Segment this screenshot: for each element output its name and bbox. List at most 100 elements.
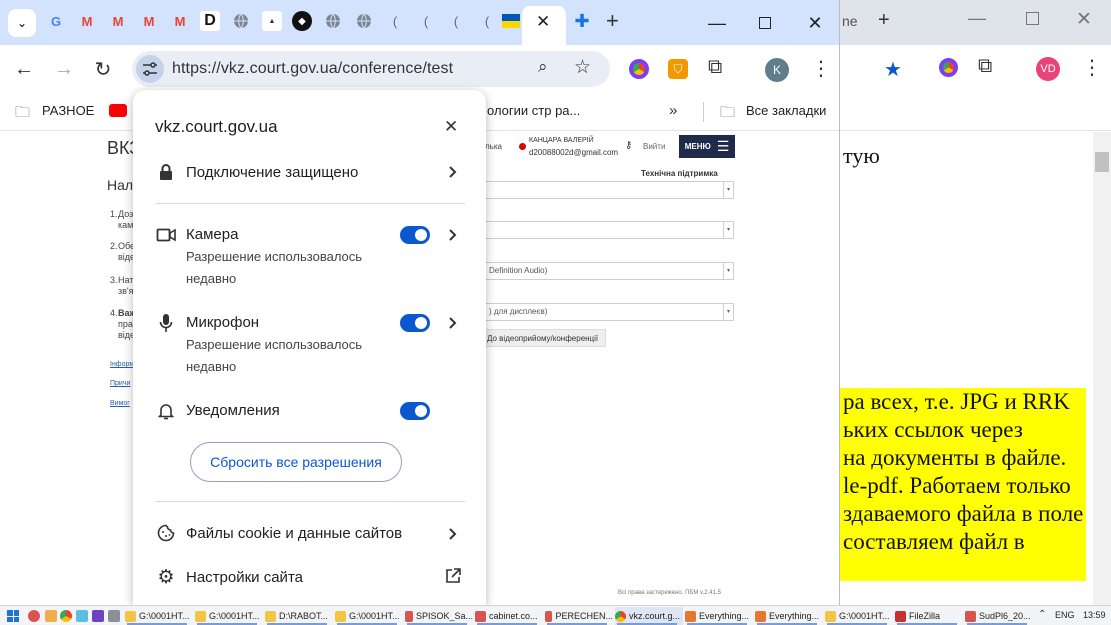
loading-tab-icon[interactable]: ( bbox=[446, 11, 466, 31]
chrome-icon[interactable] bbox=[60, 610, 72, 622]
loading-tab-icon[interactable]: ( bbox=[416, 11, 436, 31]
page-link[interactable]: Інформ bbox=[110, 361, 134, 368]
background-restore-icon[interactable] bbox=[1026, 12, 1039, 25]
pinned-app-icon[interactable] bbox=[45, 610, 57, 622]
close-tab-icon[interactable]: ✕ bbox=[536, 12, 550, 32]
support-link[interactable]: Технічна підтримка bbox=[641, 169, 718, 178]
loading-tab-icon[interactable]: ( bbox=[385, 11, 405, 31]
close-icon[interactable]: ✕ bbox=[444, 117, 458, 137]
url-text[interactable]: https://vkz.court.gov.ua/conference/test bbox=[172, 60, 453, 78]
background-scrollbar-thumb[interactable] bbox=[1095, 152, 1109, 172]
camera-permission-row[interactable]: Камера Разрешение использовалось недавно bbox=[133, 220, 486, 290]
background-minimize-icon[interactable]: — bbox=[968, 8, 986, 29]
reset-permissions-button[interactable]: Сбросить все разрешения bbox=[190, 442, 402, 482]
page-link[interactable]: Вимог bbox=[110, 400, 130, 407]
taskbar-item[interactable]: SudPl6_20... bbox=[965, 607, 1033, 625]
notifications-permission-row[interactable]: Уведомления bbox=[133, 396, 486, 426]
camera-select[interactable]: ▾ bbox=[484, 181, 734, 199]
clock[interactable]: 13:59 bbox=[1083, 610, 1106, 620]
connection-secure-row[interactable]: Подключение защищено bbox=[133, 154, 486, 190]
audio-output-select[interactable]: Definition Audio) ▾ bbox=[484, 262, 734, 280]
background-bookmark-star-icon[interactable]: ★ bbox=[884, 57, 902, 82]
all-bookmarks[interactable]: Все закладки bbox=[746, 103, 826, 118]
bookmark-folder-raznoe[interactable]: РАЗНОЕ bbox=[42, 103, 94, 118]
globe-tab-icon[interactable] bbox=[354, 11, 374, 31]
reload-icon[interactable]: ↻ bbox=[90, 56, 116, 82]
taskbar-item-active[interactable]: vkz.court.g... bbox=[615, 607, 683, 625]
loading-tab-icon[interactable]: ( bbox=[477, 11, 497, 31]
language-indicator[interactable]: ENG bbox=[1055, 610, 1075, 620]
pinned-app-icon[interactable] bbox=[28, 610, 40, 622]
background-extensions-icon[interactable]: ⧉ bbox=[978, 55, 992, 78]
color-extension-icon[interactable] bbox=[629, 59, 649, 79]
microphone-select[interactable]: ▾ bbox=[484, 221, 734, 239]
background-extension-color-icon[interactable] bbox=[939, 58, 958, 77]
minimize-icon[interactable]: — bbox=[694, 8, 740, 38]
close-window-icon[interactable]: ✕ bbox=[792, 8, 838, 38]
globe-tab-icon[interactable] bbox=[231, 11, 251, 31]
gmail-tab-icon[interactable]: M bbox=[77, 11, 97, 31]
menu-icon[interactable]: ⋮ bbox=[811, 56, 831, 81]
shield-extension-icon[interactable]: ⛉ bbox=[668, 59, 688, 79]
pinned-app-icon[interactable] bbox=[108, 610, 120, 622]
logout-link[interactable]: Вийти bbox=[643, 142, 665, 151]
background-tab-fragment[interactable]: ne bbox=[842, 13, 858, 29]
news-tab-icon[interactable]: ▲ bbox=[262, 11, 282, 31]
globe-tab-icon[interactable] bbox=[323, 11, 343, 31]
background-close-icon[interactable]: ✕ bbox=[1076, 8, 1092, 31]
taskbar-item[interactable]: G:\0001HT... bbox=[335, 607, 403, 625]
pinned-app-icon[interactable] bbox=[76, 610, 88, 622]
start-icon[interactable] bbox=[7, 610, 19, 622]
extension-puzzle-tab-icon[interactable]: ✚ bbox=[572, 11, 592, 31]
pinned-app-icon[interactable] bbox=[92, 610, 104, 622]
site-settings-row[interactable]: ⚙ Настройки сайта bbox=[133, 562, 486, 594]
chevron-right-icon[interactable] bbox=[445, 315, 461, 331]
microphone-permission-row[interactable]: Микрофон Разрешение использовалось недав… bbox=[133, 308, 486, 378]
join-conference-button[interactable]: До відеоприйому/конференції bbox=[484, 329, 606, 347]
extensions-icon[interactable]: ⧉ bbox=[708, 56, 722, 79]
emblem-tab-icon[interactable]: ◆ bbox=[292, 11, 312, 31]
profile-avatar[interactable]: K bbox=[765, 58, 789, 82]
new-tab-icon[interactable]: + bbox=[606, 8, 619, 34]
chevron-right-icon[interactable] bbox=[445, 227, 461, 243]
microphone-toggle[interactable] bbox=[400, 314, 430, 332]
taskbar-item[interactable]: D:\RABOT... bbox=[265, 607, 333, 625]
background-menu-icon[interactable]: ⋮ bbox=[1082, 55, 1102, 80]
taskbar-item[interactable]: G:\0001HT... bbox=[125, 607, 193, 625]
gmail-tab-icon[interactable]: M bbox=[108, 11, 128, 31]
taskbar-item[interactable]: G:\0001HT... bbox=[825, 607, 893, 625]
background-new-tab-icon[interactable]: + bbox=[878, 9, 890, 32]
back-icon[interactable]: ← bbox=[11, 56, 37, 82]
taskbar-item[interactable]: SPISOK_Sa... bbox=[405, 607, 473, 625]
taskbar-item[interactable]: Everything... bbox=[685, 607, 753, 625]
taskbar-item[interactable]: FileZilla bbox=[895, 607, 963, 625]
menu-button[interactable]: МЕНЮ ☰ bbox=[679, 135, 735, 158]
language-selector[interactable]: лька bbox=[485, 142, 502, 151]
google-tab-icon[interactable]: G bbox=[46, 11, 66, 31]
screen-select[interactable]: ) для дисплеєв) ▾ bbox=[484, 303, 734, 321]
active-tab[interactable]: ✕ bbox=[522, 6, 566, 45]
bookmark-item[interactable]: ологии стр ра... bbox=[487, 103, 580, 118]
more-bookmarks-icon[interactable]: » bbox=[669, 102, 677, 119]
zoom-icon[interactable]: ⌕ bbox=[538, 57, 548, 77]
tray-chevron-icon[interactable]: ⌃ bbox=[1038, 609, 1046, 620]
gmail-tab-icon[interactable]: M bbox=[139, 11, 159, 31]
camera-toggle[interactable] bbox=[400, 226, 430, 244]
taskbar-item[interactable]: PERECHEN... bbox=[545, 607, 613, 625]
tab-search-chevron-icon[interactable]: ⌄ bbox=[8, 9, 36, 37]
address-bar[interactable]: https://vkz.court.gov.ua/conference/test… bbox=[132, 51, 610, 87]
notifications-toggle[interactable] bbox=[400, 402, 430, 420]
ukraine-flag-tab-icon[interactable] bbox=[502, 14, 520, 28]
background-profile-avatar[interactable]: VD bbox=[1036, 57, 1060, 81]
page-link[interactable]: Причи bbox=[110, 380, 130, 387]
site-info-icon[interactable] bbox=[136, 55, 164, 83]
youtube-icon[interactable] bbox=[109, 104, 127, 117]
taskbar-item[interactable]: cabinet.co... bbox=[475, 607, 543, 625]
bookmark-star-icon[interactable]: ☆ bbox=[574, 56, 591, 79]
forward-icon[interactable]: → bbox=[51, 56, 77, 82]
taskbar-item[interactable]: Everything... bbox=[755, 607, 823, 625]
maximize-icon[interactable] bbox=[742, 8, 788, 38]
taskbar-item[interactable]: G:\0001HT... bbox=[195, 607, 263, 625]
gmail-tab-icon[interactable]: M bbox=[170, 11, 190, 31]
document-tab-icon[interactable]: D bbox=[200, 11, 220, 31]
